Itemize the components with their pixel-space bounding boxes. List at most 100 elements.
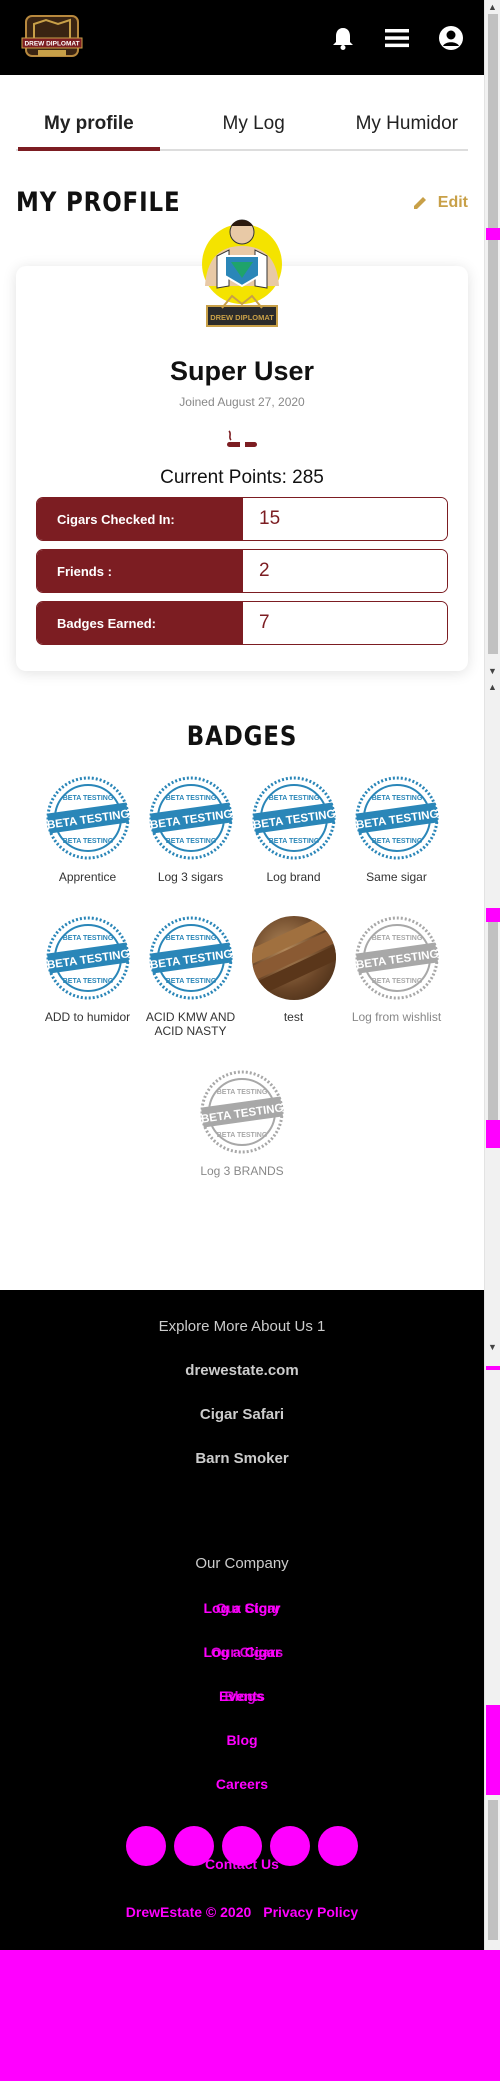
drew-diplomat-logo[interactable]: DREW DIPLOMAT (16, 10, 88, 66)
bottom-placeholder-block (0, 1950, 500, 2081)
twitter-icon[interactable] (222, 1826, 262, 1866)
scrollbar[interactable]: ▲ ▼ ▲ ▼ (484, 0, 500, 1950)
svg-text:DREW DIPLOMAT: DREW DIPLOMAT (210, 313, 274, 322)
footer-link-barn-smoker[interactable]: Barn Smoker (0, 1450, 484, 1467)
footer-link-drewestate[interactable]: drewestate.com (0, 1362, 484, 1379)
footer-bottom: DrewEstate © 2020 Privacy Policy (0, 1904, 484, 1920)
badge-grid: BETA TESTING BETA TESTING BETA TESTING Appr… (0, 776, 484, 1038)
beta-testing-stamp-icon: BETA TESTINGBETA TESTINGBETA TESTING (46, 776, 130, 860)
page-title: MY PROFILE (16, 187, 181, 218)
stat-label: Cigars Checked In: (37, 498, 243, 540)
linkedin-icon[interactable] (318, 1826, 358, 1866)
top-icons (330, 25, 464, 51)
scroll-up-arrow-2[interactable]: ▲ (488, 682, 497, 692)
svg-text:BETA TESTING: BETA TESTING (165, 935, 216, 942)
scroll-marker-3 (486, 1120, 500, 1148)
scroll-down-arrow[interactable]: ▼ (488, 666, 497, 676)
svg-text:BETA TESTING: BETA TESTING (371, 935, 422, 942)
footer-link-our-story[interactable]: Our Story (0, 1600, 484, 1616)
menu-icon[interactable] (384, 25, 410, 51)
privacy-policy-link[interactable]: Privacy Policy (263, 1904, 358, 1920)
instagram-icon[interactable] (174, 1826, 214, 1866)
svg-text:BETA TESTING: BETA TESTING (165, 978, 216, 985)
youtube-icon[interactable] (270, 1826, 310, 1866)
scroll-thumb[interactable] (488, 14, 498, 654)
cigar-photo-badge-icon (251, 916, 336, 1000)
facebook-icon[interactable] (126, 1826, 166, 1866)
svg-text:BETA TESTING: BETA TESTING (217, 1089, 268, 1096)
copyright: DrewEstate © 2020 (125, 1904, 252, 1920)
user-name: Super User (169, 356, 315, 386)
beta-testing-stamp-icon: BETA TESTINGBETA TESTINGBETA TESTING (355, 776, 439, 860)
bell-icon[interactable] (330, 25, 356, 51)
badge-label: ACID KMW AND ACID NASTY (145, 1010, 236, 1038)
scroll-thumb-2[interactable] (488, 922, 498, 1122)
user-icon[interactable] (438, 25, 464, 51)
beta-testing-stamp-icon: BETA TESTINGBETA TESTINGBETA TESTING (252, 776, 336, 860)
svg-text:BETA TESTING: BETA TESTING (268, 838, 319, 845)
stat-value: 7 (243, 602, 447, 644)
footer-link-blogs[interactable]: Blogs (0, 1688, 484, 1704)
footer-link-blog[interactable]: Blog (0, 1732, 484, 1748)
page: DREW DIPLOMAT My profile My Log My Humid… (0, 0, 484, 1178)
social-links (0, 1826, 484, 1866)
badge-label: Log 3 BRANDS (200, 1164, 284, 1178)
badge-label: Same sigar (366, 870, 427, 884)
cigar-icon (225, 427, 259, 451)
edit-profile-button[interactable]: Edit (412, 194, 468, 212)
scroll-down-arrow-2[interactable]: ▼ (488, 1342, 497, 1352)
scroll-up-arrow[interactable]: ▲ (488, 2, 497, 12)
beta-testing-stamp-icon: BETA TESTINGBETA TESTINGBETA TESTING (149, 776, 233, 860)
profile-card: DREW DIPLOMAT Super User Joined August 2… (16, 219, 468, 671)
stat-value: 2 (243, 550, 447, 592)
svg-text:DREW DIPLOMAT: DREW DIPLOMAT (24, 40, 79, 47)
badge-item[interactable]: BETA TESTING BETA TESTING BETA TESTING Log … (139, 776, 242, 884)
stat-value: 15 (243, 498, 447, 540)
beta-testing-stamp-locked-icon: BETA TESTINGBETA TESTINGBETA TESTING (200, 1070, 284, 1154)
svg-text:BETA TESTING: BETA TESTING (165, 795, 216, 802)
badge-item[interactable]: BETA TESTING BETA TESTING BETA TESTING Appr… (36, 776, 139, 884)
svg-text:BETA TESTING: BETA TESTING (62, 838, 113, 845)
scroll-marker (486, 228, 500, 240)
stat-label: Friends : (37, 550, 243, 592)
profile-tabs: My profile My Log My Humidor (16, 113, 468, 151)
svg-text:BETA TESTING: BETA TESTING (217, 1132, 268, 1139)
badge-item[interactable]: BETA TESTING BETA TESTING BETA TESTING ACID… (139, 916, 242, 1038)
footer: Explore More About Us 1 drewestate.com C… (0, 1290, 484, 1950)
top-bar: DREW DIPLOMAT (0, 0, 484, 75)
avatar: DREW DIPLOMAT (187, 216, 297, 342)
badge-item[interactable]: BETA TESTING BETA TESTING BETA TESTING Same… (345, 776, 448, 884)
svg-text:BETA TESTING: BETA TESTING (62, 795, 113, 802)
company-heading: Our Company (195, 1555, 289, 1572)
badge-item[interactable]: test (242, 916, 345, 1038)
svg-text:BETA TESTING: BETA TESTING (62, 935, 113, 942)
footer-link-careers[interactable]: Careers (0, 1776, 484, 1792)
beta-testing-stamp-icon: BETA TESTINGBETA TESTINGBETA TESTING (46, 916, 130, 1000)
badge-item[interactable]: BETA TESTING BETA TESTING BETA TESTING Log … (345, 916, 448, 1038)
pencil-icon (413, 196, 426, 209)
beta-testing-stamp-locked-icon: BETA TESTINGBETA TESTINGBETA TESTING (355, 916, 439, 1000)
stat-cigars-checked-in: Cigars Checked In: 15 (36, 497, 448, 541)
scroll-thumb-3[interactable] (488, 1800, 498, 1940)
badge-label: ADD to humidor (44, 1010, 131, 1024)
badge-row-last: BETA TESTING BETA TESTING BETA TESTING Log … (0, 1070, 484, 1178)
stat-badges-earned: Badges Earned: 7 (36, 601, 448, 645)
beta-testing-stamp-icon: BETA TESTINGBETA TESTINGBETA TESTING (149, 916, 233, 1000)
svg-text:BETA TESTING: BETA TESTING (371, 838, 422, 845)
footer-link-cigar-safari[interactable]: Cigar Safari (0, 1406, 484, 1423)
badge-label: test (283, 1010, 304, 1024)
stat-friends[interactable]: Friends : 2 (36, 549, 448, 593)
badge-item[interactable]: BETA TESTING BETA TESTING BETA TESTING Log … (242, 776, 345, 884)
footer-link-our-cigars[interactable]: Our Cigars (0, 1644, 484, 1660)
tab-my-humidor[interactable]: My Humidor (348, 113, 466, 149)
stat-label: Badges Earned: (37, 602, 243, 644)
tab-my-log[interactable]: My Log (215, 113, 293, 149)
badge-item[interactable]: BETA TESTING BETA TESTING BETA TESTING Log … (200, 1070, 284, 1178)
badge-item[interactable]: BETA TESTING BETA TESTING BETA TESTING ADD … (36, 916, 139, 1038)
tab-my-profile[interactable]: My profile (18, 113, 160, 151)
badge-label: Log from wishlist (351, 1010, 442, 1024)
svg-text:BETA TESTING: BETA TESTING (268, 795, 319, 802)
badge-label: Apprentice (58, 870, 117, 884)
svg-text:BETA TESTING: BETA TESTING (165, 838, 216, 845)
svg-text:BETA TESTING: BETA TESTING (371, 795, 422, 802)
